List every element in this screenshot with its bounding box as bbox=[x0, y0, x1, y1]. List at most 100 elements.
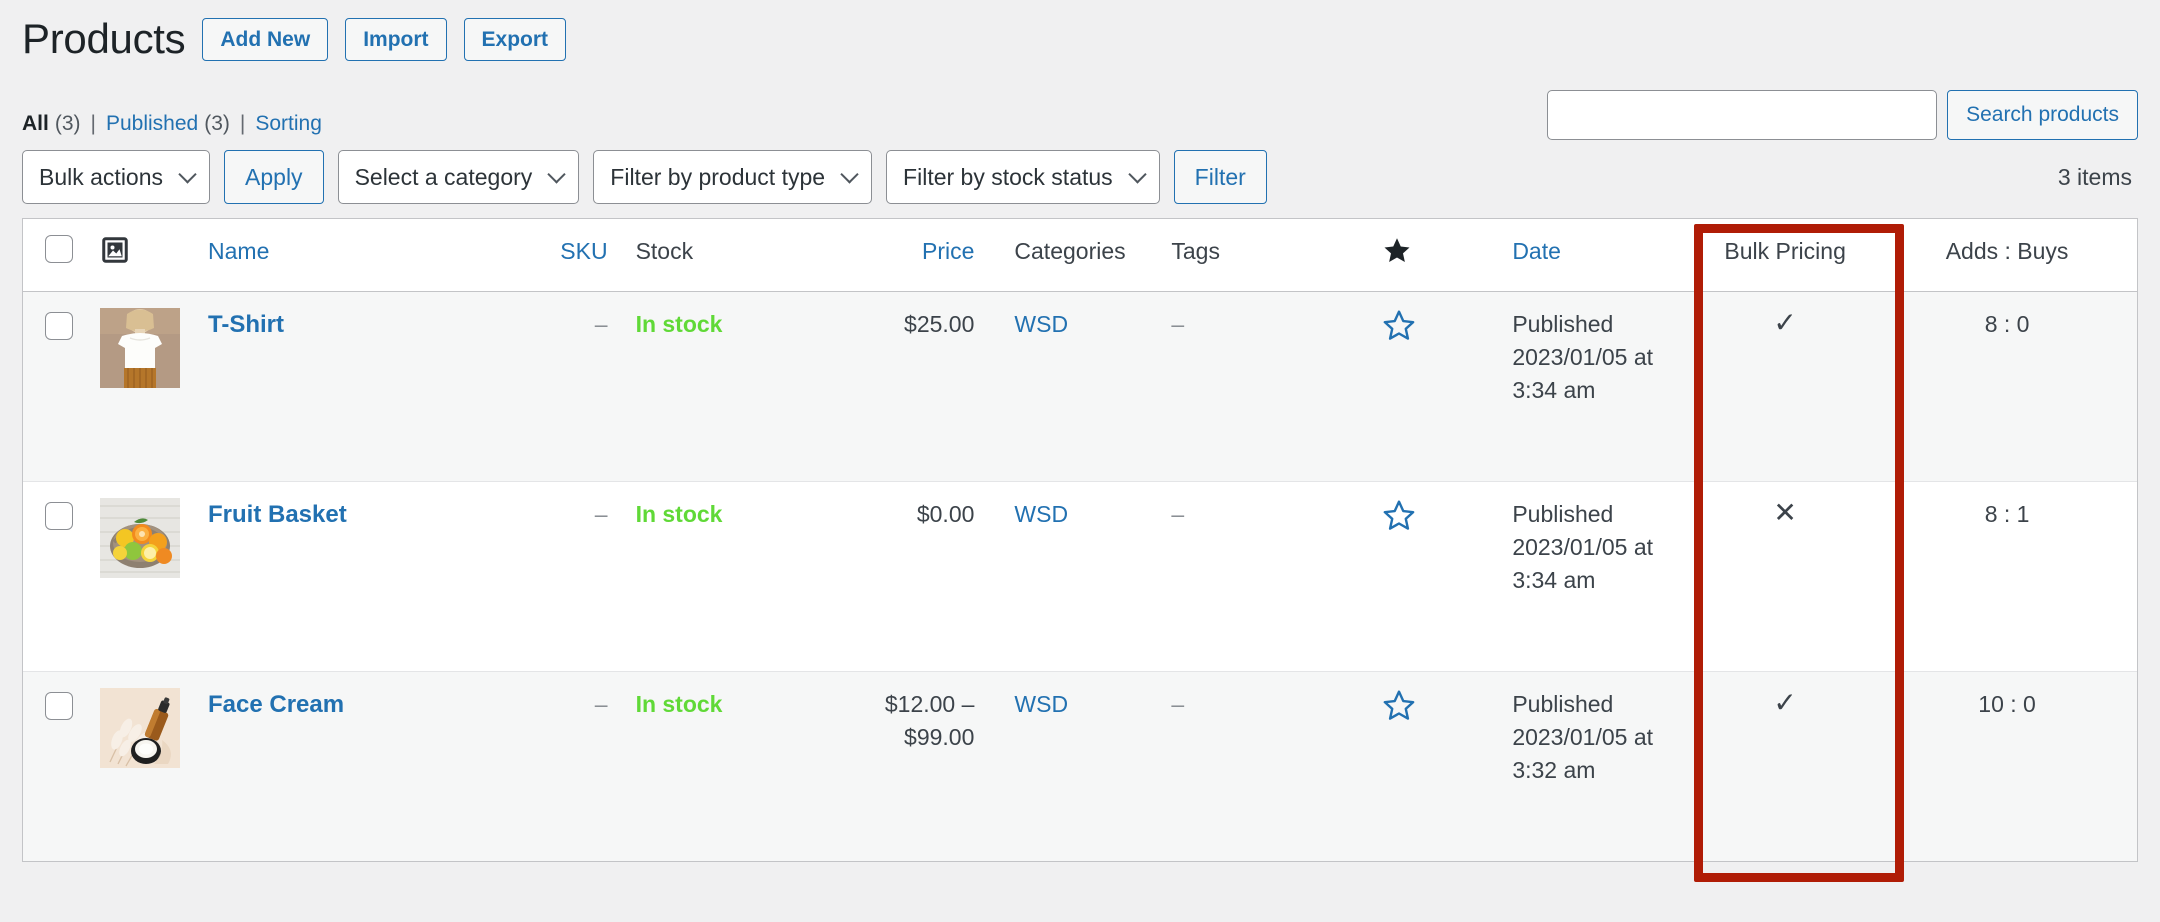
row-adds-buys-cell: 10 : 0 bbox=[1877, 670, 2137, 862]
row-select-cell bbox=[23, 670, 91, 862]
column-sku[interactable]: SKU bbox=[491, 219, 622, 292]
product-name-link[interactable]: Face Cream bbox=[208, 691, 344, 718]
category-link[interactable]: WSD bbox=[1014, 691, 1068, 717]
row-categories-cell: WSD bbox=[1000, 480, 1158, 672]
star-outline-icon[interactable] bbox=[1382, 498, 1416, 532]
row-thumbnail-cell bbox=[90, 670, 195, 862]
tshirt-thumbnail[interactable] bbox=[100, 307, 181, 388]
bulk-pricing-cross-icon: ✕ bbox=[1773, 496, 1797, 528]
tags-value: – bbox=[1171, 690, 1185, 717]
column-name-link[interactable]: Name bbox=[208, 238, 269, 264]
bulk-pricing-check-icon: ✓ bbox=[1773, 306, 1797, 338]
sku-value: – bbox=[594, 500, 608, 527]
search-products-button[interactable]: Search products bbox=[1947, 90, 2138, 141]
fruit-basket-thumbnail[interactable] bbox=[100, 497, 181, 578]
select-all-checkbox[interactable] bbox=[45, 235, 73, 264]
category-select-label: Select a category bbox=[354, 163, 533, 190]
row-date-cell: Published 2023/01/05 at 3:34 am bbox=[1498, 480, 1694, 672]
product-name-link[interactable]: T-Shirt bbox=[208, 311, 284, 338]
row-thumbnail-cell bbox=[90, 480, 195, 672]
chevron-down-icon bbox=[178, 165, 197, 184]
table-row: T-Shirt – In stock $25.00 WSD – Publishe… bbox=[23, 291, 2137, 482]
bulk-actions-select[interactable]: Bulk actions bbox=[22, 150, 211, 205]
product-name-link[interactable]: Fruit Basket bbox=[208, 501, 347, 528]
import-button[interactable]: Import bbox=[345, 17, 447, 61]
product-type-select[interactable]: Filter by product type bbox=[593, 150, 873, 205]
column-date[interactable]: Date bbox=[1498, 219, 1694, 292]
column-bulk-pricing: Bulk Pricing bbox=[1693, 219, 1878, 292]
row-checkbox[interactable] bbox=[45, 311, 73, 340]
row-bulk-pricing-cell: ✕ bbox=[1693, 480, 1878, 672]
column-select-all bbox=[23, 219, 91, 292]
table-row: Face Cream – In stock $12.00 – $99.00 WS… bbox=[23, 670, 2137, 862]
add-new-button[interactable]: Add New bbox=[202, 17, 329, 61]
row-name-cell: T-Shirt bbox=[194, 291, 492, 481]
status-separator: | bbox=[239, 112, 246, 136]
chevron-down-icon bbox=[840, 165, 859, 184]
row-featured-cell bbox=[1368, 670, 1499, 862]
row-sku-cell: – bbox=[491, 670, 622, 862]
stock-status-select[interactable]: Filter by stock status bbox=[886, 150, 1160, 205]
row-checkbox[interactable] bbox=[45, 501, 73, 530]
row-adds-buys-cell: 8 : 1 bbox=[1877, 480, 2137, 672]
column-price-link[interactable]: Price bbox=[922, 238, 974, 264]
search-input[interactable] bbox=[1547, 90, 1938, 141]
items-count: 3 items bbox=[2057, 163, 2132, 190]
row-sku-cell: – bbox=[492, 291, 622, 481]
row-date-cell: Published 2023/01/05 at 3:34 am bbox=[1512, 310, 1653, 404]
apply-button[interactable]: Apply bbox=[224, 150, 324, 205]
stock-status: In stock bbox=[635, 690, 723, 717]
tags-value: – bbox=[1171, 310, 1185, 337]
row-featured-cell bbox=[1368, 291, 1498, 481]
row-name-cell: Fruit Basket bbox=[194, 480, 492, 672]
row-sku-cell: – bbox=[491, 480, 622, 672]
category-select[interactable]: Select a category bbox=[337, 150, 580, 205]
status-link-published[interactable]: Published bbox=[106, 112, 198, 136]
export-button[interactable]: Export bbox=[463, 17, 567, 61]
stock-status: In stock bbox=[635, 500, 723, 527]
status-link-all[interactable]: All bbox=[22, 112, 49, 136]
row-price-cell: $12.00 – $99.00 bbox=[821, 670, 1001, 862]
status-link-sorting[interactable]: Sorting bbox=[255, 112, 322, 136]
table-body: T-Shirt – In stock $25.00 WSD – Publishe… bbox=[23, 291, 2137, 862]
products-table: Name SKU Stock Price Categories Tags Dat… bbox=[23, 219, 2137, 862]
row-select-cell bbox=[23, 480, 91, 672]
row-name-cell: Face Cream bbox=[194, 670, 492, 862]
bulk-actions-label: Bulk actions bbox=[39, 163, 164, 190]
stock-status: In stock bbox=[635, 310, 723, 337]
stock-status-select-label: Filter by stock status bbox=[903, 163, 1113, 190]
row-tags-cell: – bbox=[1157, 291, 1368, 481]
products-page: Products Add New Import Export All (3) |… bbox=[0, 0, 2160, 882]
row-bulk-pricing-cell: ✓ bbox=[1693, 670, 1878, 862]
row-checkbox[interactable] bbox=[45, 691, 73, 720]
face-cream-thumbnail[interactable] bbox=[100, 687, 181, 768]
filter-button[interactable]: Filter bbox=[1173, 150, 1267, 205]
column-categories: Categories bbox=[1000, 219, 1158, 292]
star-outline-icon[interactable] bbox=[1382, 308, 1416, 342]
products-table-container: Name SKU Stock Price Categories Tags Dat… bbox=[22, 218, 2138, 863]
product-type-select-label: Filter by product type bbox=[610, 163, 826, 190]
column-adds-buys: Adds : Buys bbox=[1877, 219, 2137, 292]
category-link[interactable]: WSD bbox=[1014, 311, 1068, 337]
bulk-pricing-check-icon: ✓ bbox=[1773, 686, 1797, 718]
row-price-cell: $25.00 bbox=[904, 310, 975, 337]
row-categories-cell: WSD bbox=[1000, 291, 1157, 481]
sku-value: – bbox=[594, 310, 608, 337]
column-name[interactable]: Name bbox=[194, 219, 492, 292]
column-tags: Tags bbox=[1157, 219, 1369, 292]
category-link[interactable]: WSD bbox=[1014, 501, 1068, 527]
status-links: All (3) | Published (3) | Sorting bbox=[22, 90, 322, 136]
column-sku-link[interactable]: SKU bbox=[560, 238, 607, 264]
column-date-link[interactable]: Date bbox=[1512, 238, 1561, 264]
sku-value: – bbox=[594, 690, 608, 717]
star-outline-icon[interactable] bbox=[1382, 688, 1416, 722]
status-count-all: (3) bbox=[54, 112, 81, 136]
page-header: Products Add New Import Export bbox=[22, 0, 2138, 70]
table-header-row: Name SKU Stock Price Categories Tags Dat… bbox=[23, 219, 2137, 292]
row-thumbnail-cell bbox=[90, 291, 194, 481]
search-box: Search products bbox=[1547, 90, 2138, 141]
tags-value: – bbox=[1171, 500, 1185, 527]
star-filled-icon bbox=[1382, 238, 1412, 270]
column-price[interactable]: Price bbox=[821, 219, 1001, 292]
column-stock: Stock bbox=[621, 219, 822, 292]
